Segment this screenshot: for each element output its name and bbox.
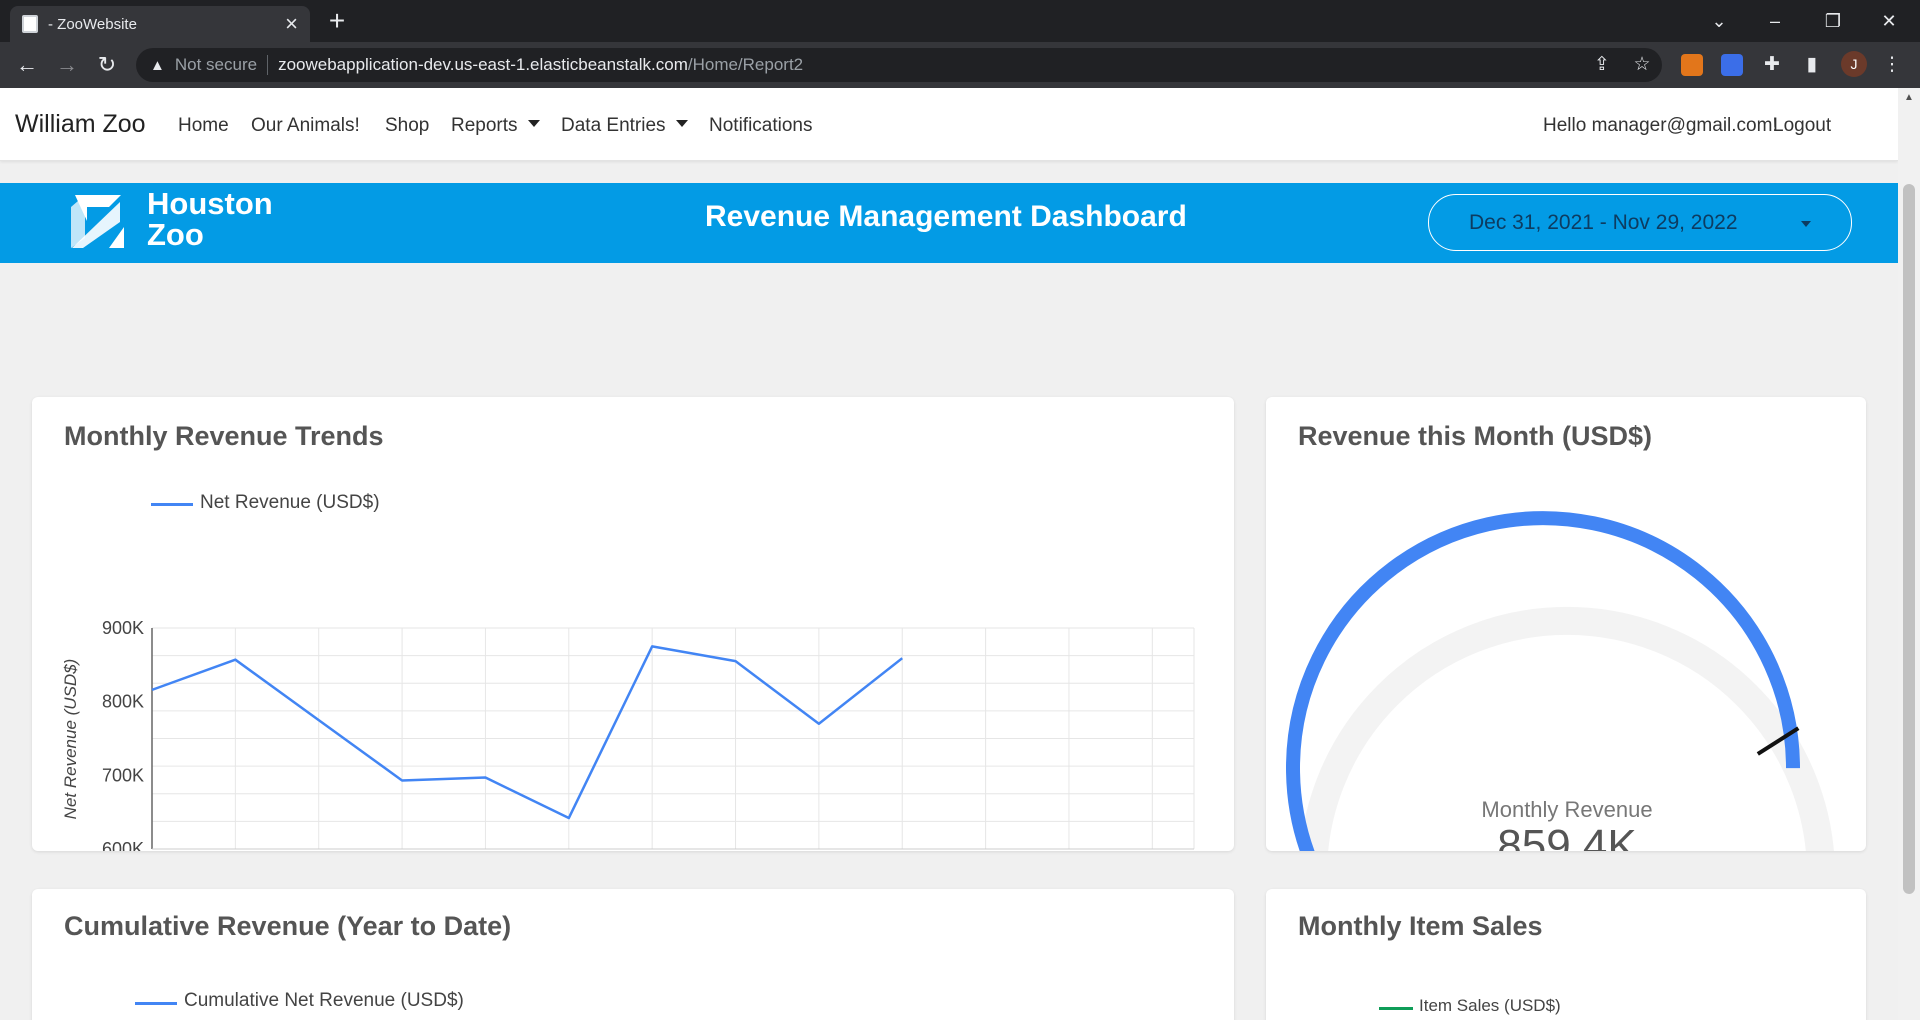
nav-reports-label: Reports [451, 115, 518, 136]
metamask-extension-icon[interactable] [1681, 54, 1703, 76]
share-icon[interactable]: ⇪ [1587, 50, 1617, 80]
logo-line-2: Zoo [147, 217, 204, 252]
date-range-picker[interactable]: Dec 31, 2021 - Nov 29, 2022 [1428, 194, 1852, 251]
card-title: Monthly Item Sales [1298, 911, 1543, 941]
gauge-chart: Monthly Revenue859.4K01M [1286, 511, 1834, 851]
monthly-revenue-trends-card: Monthly Revenue Trends Net Revenue (USD$… [32, 397, 1234, 851]
browser-toolbar: ← → ↻ ▲ Not secure zoowebapplication-dev… [0, 42, 1920, 88]
shield-extension-icon[interactable] [1721, 54, 1743, 76]
legend-swatch [1379, 1007, 1413, 1010]
page-scrollbar[interactable]: ▲ [1898, 88, 1920, 1020]
url-host: zoowebapplication-dev.us-east-1.elasticb… [278, 55, 688, 74]
warning-icon: ▲ [150, 56, 165, 74]
revenue-this-month-card: Revenue this Month (USD$) Monthly Revenu… [1266, 397, 1866, 851]
browser-tab[interactable]: - ZooWebsite × [10, 6, 310, 42]
close-window-button[interactable]: ✕ [1866, 6, 1912, 36]
chevron-down-icon [675, 120, 688, 128]
address-bar[interactable]: ▲ Not secure zoowebapplication-dev.us-ea… [136, 48, 1662, 82]
y-tick-label: 700K [102, 765, 144, 785]
page-viewport: William Zoo Home Our Animals! Shop Repor… [0, 88, 1898, 1020]
minimize-button[interactable]: – [1752, 6, 1798, 36]
logo-line-1: Houston [147, 186, 273, 221]
nav-notifications[interactable]: Notifications [709, 115, 813, 137]
dropdown-arrow-icon [1801, 221, 1811, 227]
site-navbar: William Zoo Home Our Animals! Shop Repor… [0, 88, 1898, 161]
close-tab-icon[interactable]: × [285, 13, 298, 35]
extensions-puzzle-icon[interactable]: ✚ [1757, 50, 1787, 80]
scroll-up-icon[interactable]: ▲ [1903, 92, 1915, 104]
nav-home[interactable]: Home [178, 115, 229, 137]
bookmark-star-icon[interactable]: ☆ [1627, 50, 1657, 80]
dashboard-title: Revenue Management Dashboard [705, 200, 1187, 233]
nav-our-animals[interactable]: Our Animals! [251, 115, 360, 137]
legend-swatch [135, 1002, 177, 1005]
gauge-label: Monthly Revenue [1481, 797, 1652, 822]
user-greeting: Hello manager@gmail.com! [1543, 115, 1778, 136]
browser-menu-icon[interactable]: ⋮ [1877, 50, 1907, 80]
series-line-net-revenue [151, 645, 904, 820]
chevron-down-icon [527, 120, 540, 128]
profile-avatar[interactable]: J [1841, 51, 1867, 77]
address-separator [267, 55, 269, 75]
new-tab-button[interactable]: + [322, 6, 352, 36]
site-brand[interactable]: William Zoo [15, 110, 146, 139]
y-tick-label: 900K [102, 618, 144, 638]
logout-link[interactable]: Logout [1773, 115, 1831, 137]
forward-button[interactable]: → [52, 50, 82, 80]
browser-tab-bar: - ZooWebsite × + ⌄ – ❐ ✕ [0, 0, 1920, 42]
nav-data-entries-dropdown[interactable]: Data Entries [561, 115, 688, 137]
side-panel-icon[interactable]: ▮ [1797, 50, 1827, 80]
reload-button[interactable]: ↻ [92, 50, 122, 80]
scrollbar-thumb[interactable] [1903, 184, 1915, 894]
gauge-value: 859.4K [1497, 821, 1636, 851]
page-favicon-icon [22, 15, 38, 33]
legend-label[interactable]: Item Sales (USD$) [1419, 996, 1561, 1016]
nav-data-entries-label: Data Entries [561, 115, 666, 136]
line-chart: 600K700K800K900KJanuaryFebruaryMarchApri… [61, 618, 1195, 851]
not-secure-label[interactable]: Not secure [175, 55, 257, 75]
houston-zoo-logo-icon [71, 195, 124, 248]
houston-zoo-logo-text: Houston Zoo [147, 188, 273, 250]
cumulative-revenue-card: Cumulative Revenue (Year to Date) Cumula… [32, 889, 1234, 1020]
monthly-item-sales-card: Monthly Item Sales Item Sales (USD$) [1266, 889, 1866, 1020]
nav-reports-dropdown[interactable]: Reports [451, 115, 540, 137]
nav-shop[interactable]: Shop [385, 115, 429, 137]
card-title: Cumulative Revenue (Year to Date) [64, 911, 512, 941]
restore-button[interactable]: ❐ [1810, 6, 1856, 36]
date-range-value: Dec 31, 2021 - Nov 29, 2022 [1469, 210, 1738, 234]
tab-title: - ZooWebsite [48, 15, 137, 33]
tab-search-icon[interactable]: ⌄ [1696, 6, 1742, 36]
y-axis-title: Net Revenue (USD$) [61, 659, 80, 820]
back-button[interactable]: ← [12, 50, 42, 80]
y-tick-label: 600K [102, 839, 144, 851]
url-path: /Home/Report2 [687, 55, 804, 74]
y-tick-label: 800K [102, 692, 144, 712]
legend-label[interactable]: Cumulative Net Revenue (USD$) [184, 990, 464, 1012]
